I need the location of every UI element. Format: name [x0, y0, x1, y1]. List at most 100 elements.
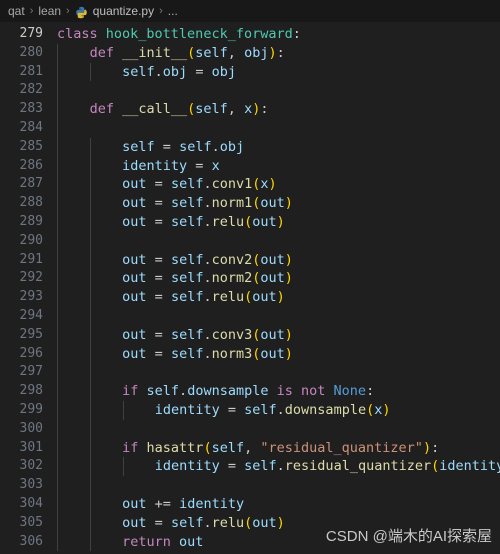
code-text[interactable]: return out	[0, 533, 500, 552]
breadcrumb-item-folder-qat[interactable]: qat	[8, 4, 25, 18]
code-text[interactable]	[0, 476, 500, 495]
code-line[interactable]: 298 if self.downsample is not None:	[0, 382, 500, 401]
code-line[interactable]: 279 class hook_bottleneck_forward:	[0, 25, 500, 44]
code-line[interactable]: 293 out = self.relu(out)	[0, 288, 500, 307]
indent-guide	[57, 325, 58, 345]
indent-guide	[57, 137, 58, 157]
code-text[interactable]: out = self.norm2(out)	[0, 269, 500, 288]
indent-guide	[90, 344, 91, 364]
code-line[interactable]: 292 out = self.norm2(out)	[0, 269, 500, 289]
code-line[interactable]: 300	[0, 419, 500, 439]
code-line[interactable]: 304 out += identity	[0, 494, 500, 514]
indent-guide	[90, 438, 91, 458]
code-text[interactable]: identity = self.residual_quantizer(ident…	[0, 457, 500, 476]
code-text[interactable]: if hasattr(self, "residual_quantizer"):	[0, 439, 500, 458]
code-line[interactable]: 299 identity = self.downsample(x)	[0, 400, 500, 420]
indent-guide	[57, 250, 58, 270]
code-line[interactable]: 287 out = self.conv1(x)	[0, 175, 500, 195]
code-text[interactable]: out = self.norm3(out)	[0, 345, 500, 364]
line-number: 289	[19, 213, 43, 229]
code-text[interactable]: out = self.conv1(x)	[0, 175, 500, 194]
indent-guide	[57, 288, 58, 307]
code-line[interactable]: 282	[0, 81, 500, 101]
indent-guide	[57, 212, 58, 232]
indent-guide	[57, 513, 58, 533]
code-text[interactable]: out = self.relu(out)	[0, 213, 500, 232]
code-line[interactable]: 306 return out	[0, 532, 500, 552]
code-line[interactable]: 284	[0, 118, 500, 138]
line-number: 281	[19, 63, 43, 79]
line-number: 306	[19, 533, 43, 549]
indent-guide	[90, 363, 91, 383]
code-text[interactable]: def __call__(self, x):	[0, 100, 500, 119]
code-line[interactable]: 283 def __call__(self, x):	[0, 100, 500, 119]
line-number: 296	[19, 345, 43, 361]
code-text[interactable]	[0, 119, 500, 138]
line-number: 284	[19, 119, 43, 135]
indent-guide	[90, 269, 91, 289]
line-number: 299	[19, 401, 43, 417]
breadcrumb-separator: ›	[159, 5, 163, 17]
code-text[interactable]: self.obj = obj	[0, 63, 500, 82]
indent-guide	[90, 306, 91, 326]
code-text[interactable]: identity = x	[0, 157, 500, 176]
line-number: 295	[19, 326, 43, 342]
code-line[interactable]: 289 out = self.relu(out)	[0, 212, 500, 232]
indent-guide	[90, 532, 91, 552]
line-number: 305	[19, 514, 43, 530]
code-text[interactable]	[0, 363, 500, 382]
indent-guide	[90, 175, 91, 195]
code-line[interactable]: 280 def __init__(self, obj):	[0, 43, 500, 63]
code-line[interactable]: 285 self = self.obj	[0, 137, 500, 157]
line-number: 298	[19, 383, 43, 399]
line-number: 300	[19, 420, 43, 436]
code-text[interactable]: out = self.relu(out)	[0, 288, 500, 307]
breadcrumb-item-folder-lean[interactable]: lean	[38, 4, 61, 18]
code-text[interactable]	[0, 232, 500, 251]
indent-guide	[90, 513, 91, 533]
breadcrumb-item-symbol-overflow[interactable]: ...	[168, 4, 178, 18]
code-line[interactable]: 296 out = self.norm3(out)	[0, 344, 500, 364]
code-text[interactable]: out = self.conv3(out)	[0, 326, 500, 345]
line-number: 304	[19, 495, 43, 511]
code-text[interactable]: out += identity	[0, 495, 500, 514]
code-line[interactable]: 295 out = self.conv3(out)	[0, 325, 500, 345]
code-text[interactable]: identity = self.downsample(x)	[0, 401, 500, 420]
indent-guide	[57, 457, 58, 477]
code-line[interactable]: 294	[0, 306, 500, 326]
code-line[interactable]: 303	[0, 476, 500, 495]
indent-guide	[90, 382, 91, 401]
breadcrumb-separator: ›	[66, 5, 70, 17]
code-text[interactable]	[0, 81, 500, 100]
code-line[interactable]: 286 identity = x	[0, 156, 500, 176]
code-text[interactable]: class hook_bottleneck_forward:	[0, 25, 500, 44]
code-text[interactable]: out = self.norm1(out)	[0, 194, 500, 213]
code-line[interactable]: 305 out = self.relu(out)	[0, 513, 500, 533]
code-line[interactable]: 302 identity = self.residual_quantizer(i…	[0, 457, 500, 477]
indent-guide	[90, 419, 91, 439]
code-text[interactable]: out = self.conv2(out)	[0, 251, 500, 270]
python-file-icon	[75, 6, 88, 19]
line-number: 303	[19, 477, 43, 493]
code-text[interactable]: out = self.relu(out)	[0, 514, 500, 533]
indent-guide	[90, 250, 91, 270]
code-line[interactable]: 290	[0, 231, 500, 251]
code-lines-container[interactable]: 279 class hook_bottleneck_forward: 280 def…	[0, 22, 500, 552]
code-line[interactable]: 301 if hasattr(self, "residual_quantizer…	[0, 438, 500, 458]
code-line[interactable]: 291 out = self.conv2(out)	[0, 250, 500, 270]
code-text[interactable]: self = self.obj	[0, 138, 500, 157]
code-line[interactable]: 297	[0, 363, 500, 383]
breadcrumb-item-file-quantize[interactable]: quantize.py	[93, 4, 154, 18]
code-editor[interactable]: 279 class hook_bottleneck_forward: 280 def…	[0, 22, 500, 554]
code-text[interactable]: if self.downsample is not None:	[0, 382, 500, 401]
indent-guide	[90, 476, 91, 495]
code-text[interactable]	[0, 307, 500, 326]
code-text[interactable]: def __init__(self, obj):	[0, 44, 500, 63]
line-number: 291	[19, 251, 43, 267]
line-number: 292	[19, 270, 43, 286]
code-line[interactable]: 288 out = self.norm1(out)	[0, 194, 500, 213]
code-line[interactable]: 281 self.obj = obj	[0, 62, 500, 82]
indent-guide	[57, 363, 58, 383]
line-number: 297	[19, 364, 43, 380]
code-text[interactable]	[0, 420, 500, 439]
